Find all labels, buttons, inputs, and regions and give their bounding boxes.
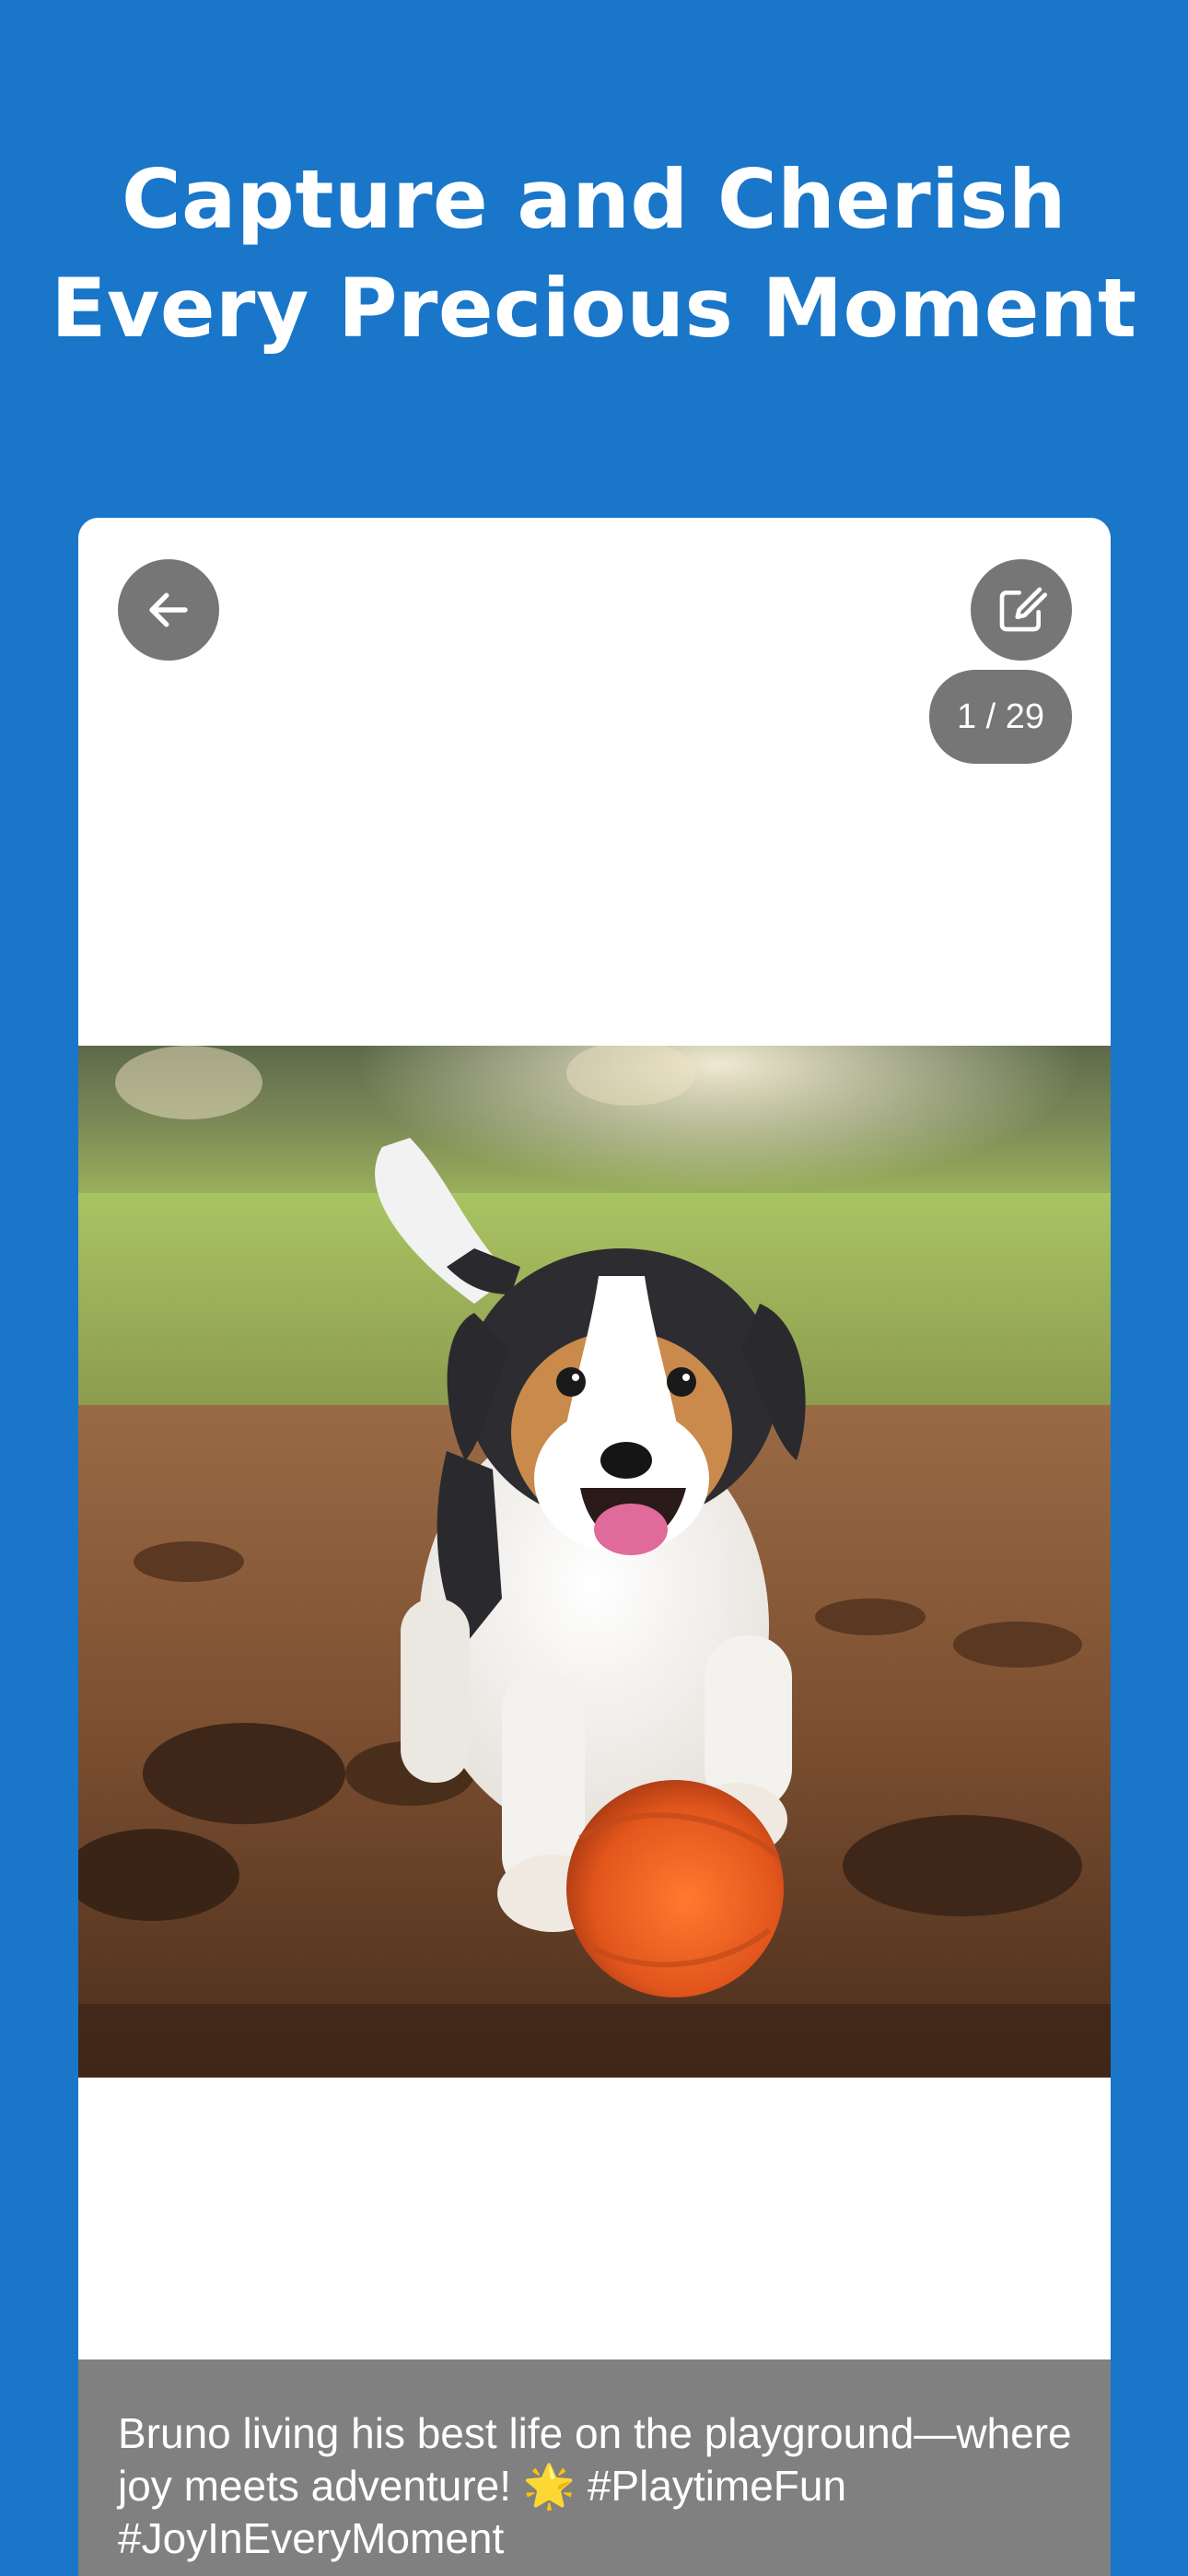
edit-icon bbox=[999, 587, 1047, 632]
photo-card: 1 / 29 Bruno living his best life on the… bbox=[78, 518, 1111, 2576]
photo-counter: 1 / 29 bbox=[929, 670, 1072, 764]
arrow-left-icon bbox=[149, 592, 188, 627]
puppy-with-ball-photo[interactable] bbox=[78, 1046, 1111, 2078]
caption-bar: Bruno living his best life on the playgr… bbox=[78, 2359, 1111, 2576]
photo-caption: Bruno living his best life on the playgr… bbox=[118, 2409, 1072, 2562]
headline-line-2: Every Precious Moment bbox=[51, 261, 1137, 356]
headline-line-1: Capture and Cherish bbox=[121, 152, 1067, 247]
back-button[interactable] bbox=[118, 559, 219, 661]
edit-button[interactable] bbox=[971, 559, 1072, 661]
page-headline: Capture and Cherish Every Precious Momen… bbox=[0, 146, 1188, 363]
